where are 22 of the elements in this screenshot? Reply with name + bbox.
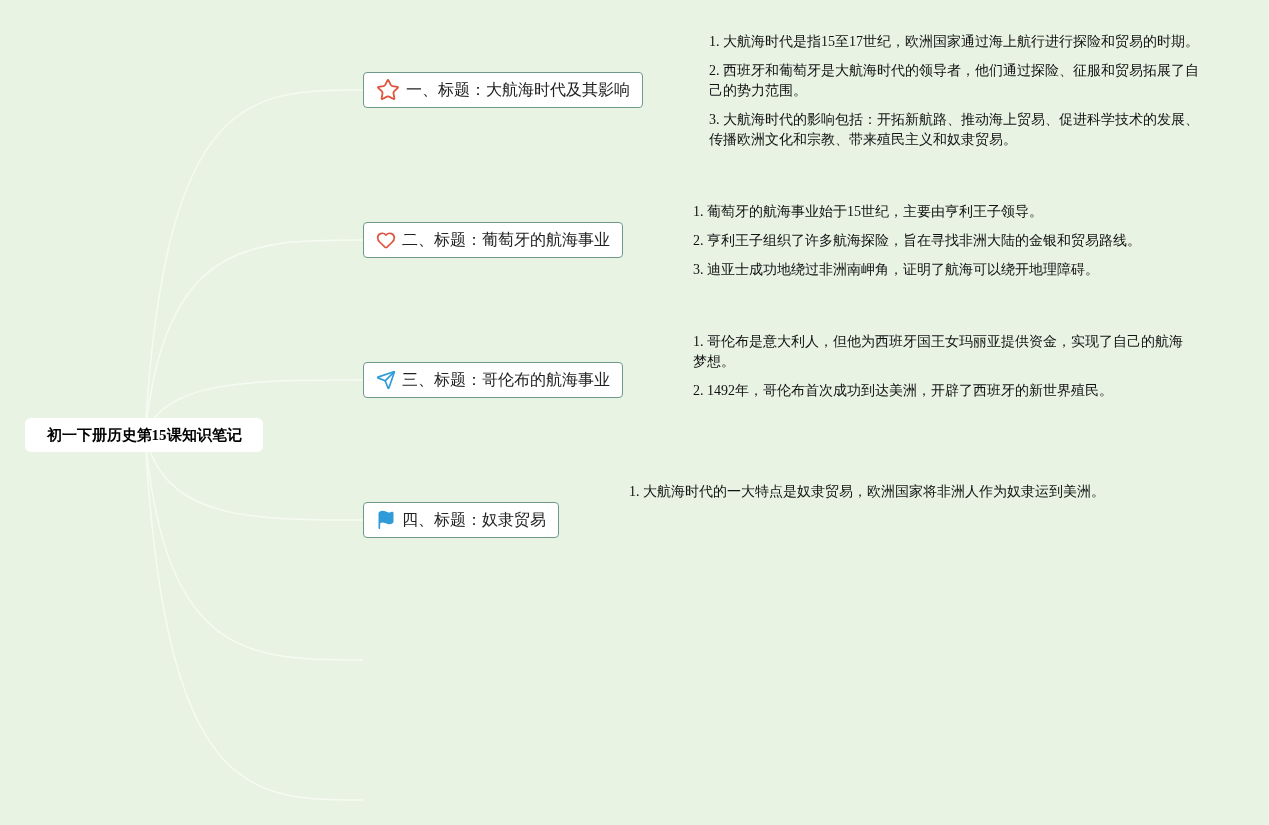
star-icon	[376, 78, 400, 102]
paper-plane-icon	[376, 370, 396, 390]
heart-icon	[376, 230, 396, 250]
topic-label: 三、标题：哥伦布的航海事业	[402, 370, 610, 390]
note-text[interactable]: 3. 迪亚士成功地绕过非洲南岬角，证明了航海可以绕开地理障碍。	[693, 260, 1193, 280]
topic-node[interactable]: 一、标题：大航海时代及其影响	[363, 72, 643, 108]
root-node[interactable]: 初一下册历史第15课知识笔记	[25, 418, 263, 452]
note-text[interactable]: 1. 大航海时代的一大特点是奴隶贸易，欧洲国家将非洲人作为奴隶运到美洲。	[629, 482, 1149, 502]
topic-label: 二、标题：葡萄牙的航海事业	[402, 230, 610, 250]
topic-node[interactable]: 四、标题：奴隶贸易	[363, 502, 559, 538]
note-text[interactable]: 2. 1492年，哥伦布首次成功到达美洲，开辟了西班牙的新世界殖民。	[693, 381, 1193, 401]
note-text[interactable]: 1. 葡萄牙的航海事业始于15世纪，主要由亨利王子领导。	[693, 202, 1193, 222]
note-text[interactable]: 3. 大航海时代的影响包括：开拓新航路、推动海上贸易、促进科学技术的发展、传播欧洲文化和宗教、带来殖民主义和奴隶贸易。	[709, 110, 1204, 150]
topic-node[interactable]: 三、标题：哥伦布的航海事业	[363, 362, 623, 398]
note-text[interactable]: 2. 亨利王子组织了许多航海探险，旨在寻找非洲大陆的金银和贸易路线。	[693, 231, 1193, 251]
flag-icon	[376, 510, 396, 530]
note-text[interactable]: 1. 大航海时代是指15至17世纪，欧洲国家通过海上航行进行探险和贸易的时期。	[709, 32, 1204, 52]
note-text[interactable]: 2. 西班牙和葡萄牙是大航海时代的领导者，他们通过探险、征服和贸易拓展了自己的势力范围。	[709, 61, 1204, 101]
note-text[interactable]: 1. 哥伦布是意大利人，但他为西班牙国王女玛丽亚提供资金，实现了自己的航海梦想。	[693, 332, 1193, 372]
topic-label: 四、标题：奴隶贸易	[402, 510, 546, 530]
topic-label: 一、标题：大航海时代及其影响	[406, 80, 630, 100]
topic-node[interactable]: 二、标题：葡萄牙的航海事业	[363, 222, 623, 258]
